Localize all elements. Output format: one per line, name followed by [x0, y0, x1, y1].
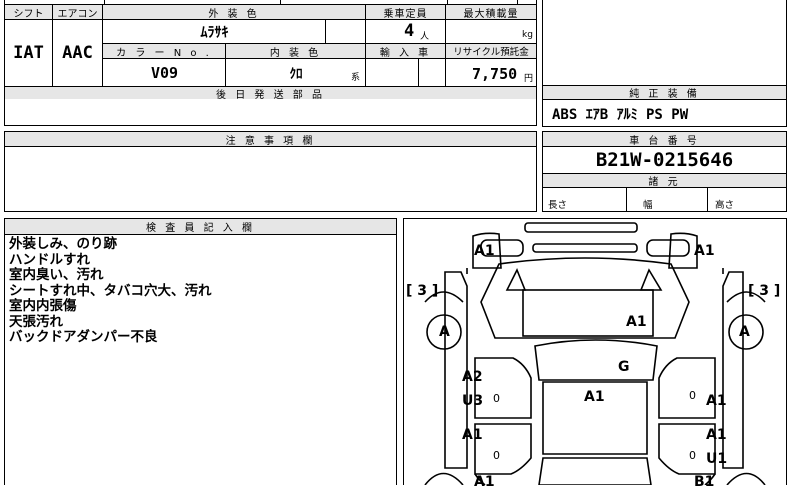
color-no-value: V09 [150, 63, 179, 82]
door-rear-left [474, 423, 532, 475]
front-grille [532, 243, 638, 253]
max-load-label: 最大積載量 [446, 5, 536, 20]
aircon-label: エアコン [53, 5, 103, 20]
parts-later-area [4, 99, 537, 126]
shift-label: シフト [5, 5, 53, 20]
door-rr-mark-1: A1 [706, 427, 727, 443]
front-right-fender [668, 232, 698, 269]
rear-left-mark: A1 [474, 474, 495, 490]
wheel-rear-left [424, 472, 464, 485]
headlight-right [646, 239, 690, 257]
rear-window [538, 457, 652, 485]
car-diagram [424, 222, 766, 485]
recycle-fee-unit: 円 [524, 74, 534, 84]
chassis-label: 車 台 番 号 [543, 132, 786, 147]
front-bumper-top [524, 222, 638, 233]
top-right-box [542, 0, 787, 86]
remark-line: 室内臭い、汚れ [9, 267, 104, 283]
max-load-unit: kg [522, 30, 533, 40]
door-rr-zero: 0 [689, 449, 696, 462]
door-front-left [474, 357, 532, 419]
bracket-right: [ 3 ] [748, 283, 781, 299]
door-front-right [658, 357, 716, 419]
capacity-label: 乗車定員 [366, 5, 446, 20]
door-fl-mark-2: U3 [462, 393, 484, 409]
remark-line: シートすれ中、タバコ穴大、汚れ [9, 282, 212, 299]
wheel-right-mark: A [739, 324, 750, 340]
shift-value: IAT [5, 20, 53, 86]
ext-color-label: 外 装 色 [103, 5, 366, 20]
ext-color-value: ﾑﾗｻｷ [200, 25, 229, 41]
windshield [534, 339, 658, 381]
remark-line: ハンドルすれ [9, 251, 90, 268]
rear-right-mark: B1 [694, 474, 715, 490]
hood-mark: A1 [626, 314, 647, 330]
remark-line: 外装しみ、のり跡 [9, 236, 117, 252]
remark-line: バックドアダンパー不良 [9, 329, 158, 345]
spec-length: 長さ [548, 200, 568, 211]
door-fl-mark-1: A2 [462, 369, 483, 385]
door-fr-zero: 0 [689, 389, 696, 402]
capacity-value: 4 [404, 21, 415, 41]
aircon-value: AAC [53, 20, 103, 86]
parts-later-label: 後 日 発 送 部 品 [5, 86, 536, 101]
chassis-number: B21W-0215646 [595, 149, 734, 171]
hood-outline [480, 257, 690, 339]
hood-inner-right [639, 268, 663, 291]
front-right-mark: A1 [694, 243, 715, 259]
hood-inner-left [505, 268, 527, 291]
door-fr-mark: A1 [706, 393, 727, 409]
front-left-mark: A1 [474, 243, 495, 259]
wheel-left-mark: A [439, 324, 450, 340]
roof-mark: A1 [584, 389, 605, 405]
notes-label: 注 意 事 項 欄 [5, 132, 536, 147]
recycle-label: リサイクル預託金 [446, 44, 536, 59]
wheel-rear-right [726, 472, 766, 485]
int-color-suffix: 系 [351, 73, 361, 83]
spec-height: 高さ [715, 200, 735, 211]
door-rl-mark: A1 [462, 427, 483, 443]
color-no-label: カ ラ ー N o . [103, 44, 226, 59]
remark-line: 室内内張傷 [9, 298, 77, 314]
equipment-label: 純 正 装 備 [542, 85, 787, 100]
door-rr-mark-2: U1 [706, 451, 728, 467]
windshield-mark: G [618, 359, 630, 375]
import-label: 輸 入 車 [366, 44, 446, 59]
door-rl-zero: 0 [493, 449, 500, 462]
equipment-value: ABS ｴｱB ｱﾙﾐ PS PW [552, 107, 689, 123]
recycle-fee-value: 7,750 [472, 65, 518, 83]
capacity-unit: 人 [420, 32, 430, 42]
int-color-label: 内 装 色 [226, 44, 366, 59]
bracket-left: [ 3 ] [406, 283, 439, 299]
specs-label: 諸 元 [543, 173, 786, 188]
door-fl-zero: 0 [493, 392, 500, 405]
spec-width: 幅 [643, 200, 653, 211]
inspector-label: 検 査 員 記 入 欄 [5, 219, 396, 235]
inspector-remarks: 外装しみ、のり跡 ハンドルすれ 室内臭い、汚れ シートすれ中、タバコ穴大、汚れ … [9, 236, 212, 346]
remark-line: 天張汚れ [9, 313, 63, 330]
int-color-value: ｸﾛ [289, 67, 303, 82]
